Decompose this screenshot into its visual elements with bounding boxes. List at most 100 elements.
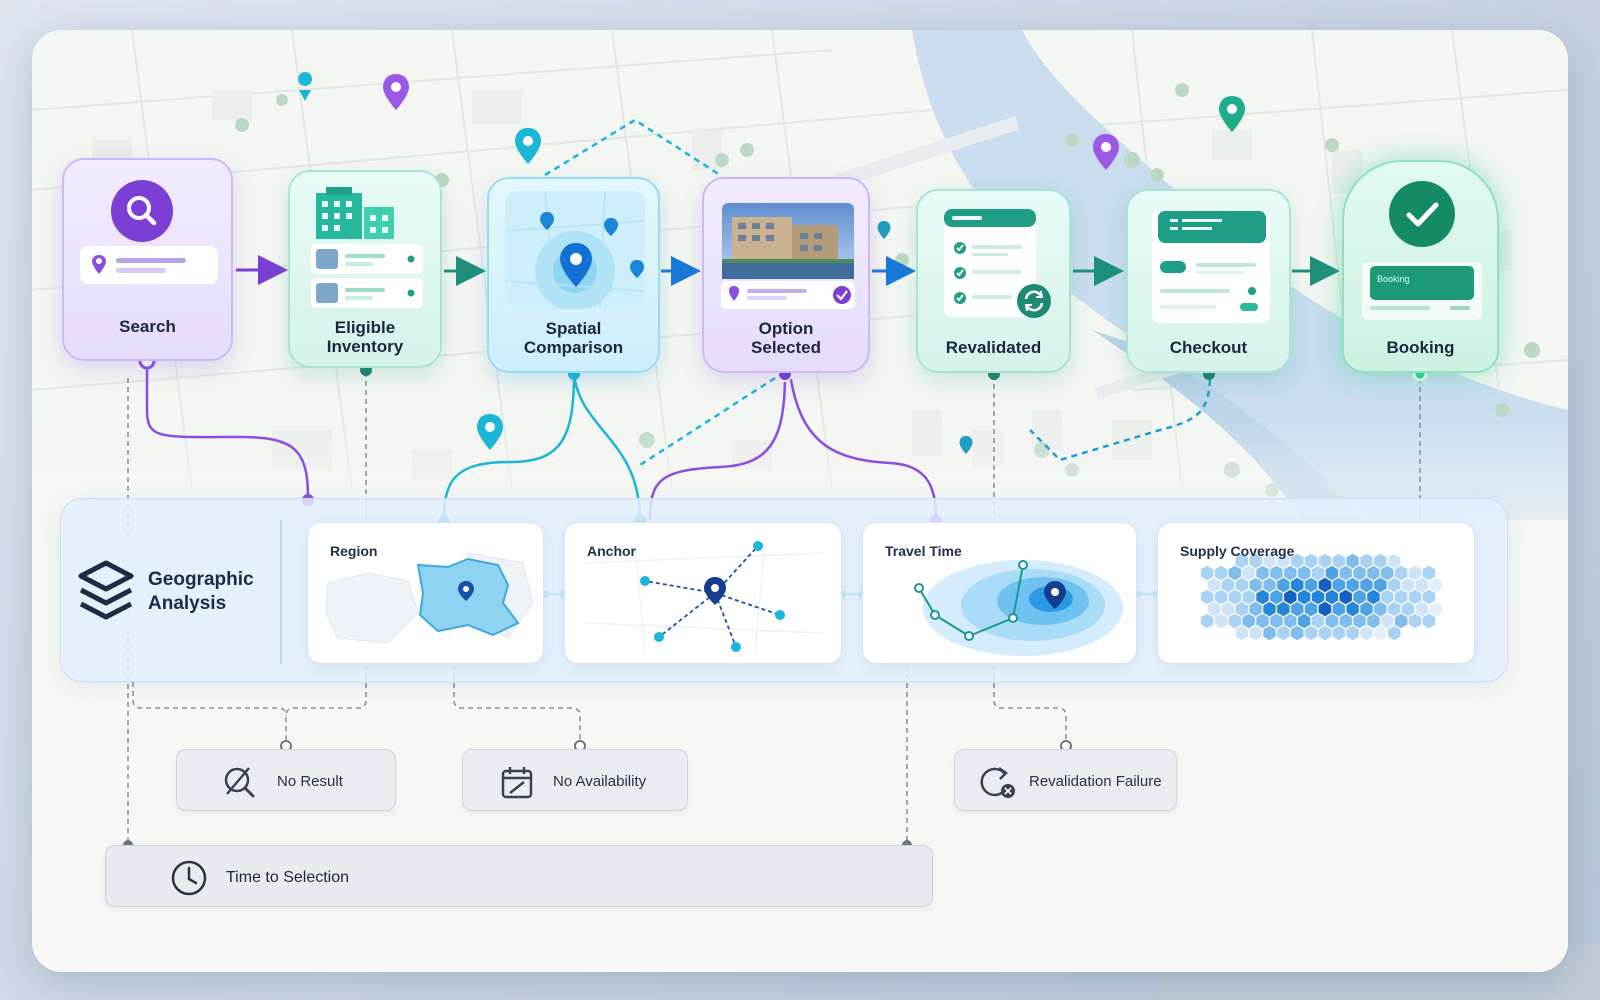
coverage-hex-cell [1394,565,1408,581]
coverage-hex-cell [1374,601,1387,617]
failure-revalidation-failure[interactable]: Revalidation Failure [954,749,1177,811]
coverage-hex-cell [1394,589,1408,605]
coverage-hex-cell [1346,577,1359,593]
no-result-icon [224,767,255,798]
failure-label-revalidation-failure: Revalidation Failure [1029,773,1162,790]
spatial-map-illustration [505,191,645,309]
coverage-hex-cell [1346,601,1359,617]
coverage-hex-cell [1235,625,1248,641]
coverage-hex-cell [1401,601,1415,617]
layers-icon [78,560,134,620]
coverage-hex-cell [1422,589,1436,605]
coverage-hex-cell [1367,565,1380,581]
coverage-hex-cell [1346,553,1359,569]
stage-booking[interactable]: Booking Booking [1342,160,1499,373]
coverage-hex-cell [1304,553,1318,569]
coverage-hex-cell [1408,565,1422,581]
inventory-list-illustration [311,244,423,308]
stage-revalidated[interactable]: Revalidated [916,189,1071,373]
stage-checkout[interactable]: Checkout [1126,189,1291,373]
search-icon [111,180,173,242]
coverage-hex-cell [1374,625,1387,641]
geo-card-label-supply-coverage: Supply Coverage [1180,543,1295,559]
coverage-hex-cell [1291,577,1304,593]
coverage-hex-cell [1263,625,1276,641]
coverage-hex-cell [1270,565,1283,581]
stage-label-spatial-comparison: Spatial Comparison [523,319,624,357]
coverage-hex-cell [1388,577,1401,593]
coverage-hex-cell [1277,625,1290,641]
coverage-hex-cell [1263,577,1276,593]
coverage-hex-cell [1332,601,1345,617]
coverage-hex-cell [1353,589,1366,605]
geo-card-anchor[interactable]: Anchor [564,522,842,664]
coverage-hex-cell [1311,565,1325,581]
revalidation-failure-icon [980,766,1015,798]
coverage-hex-cell [1339,589,1352,605]
geo-card-travel-time[interactable]: Travel Time [862,522,1137,664]
coverage-hex-cell [1388,601,1401,617]
coverage-hex-cell [1221,577,1235,593]
stage-eligible-inventory[interactable]: Eligible Inventory [288,170,442,368]
coverage-hex-cell [1214,565,1228,581]
coverage-hex-cell [1221,601,1235,617]
coverage-hex-cell [1318,577,1332,593]
coverage-hex-cell [1228,565,1242,581]
geo-card-label-region: Region [330,543,378,559]
coverage-hex-cell [1367,589,1380,605]
coverage-hex-cell [1311,613,1325,629]
coverage-hex-cell [1200,589,1214,605]
coverage-hex-cell [1200,613,1214,629]
coverage-hex-cell [1318,625,1332,641]
stage-search[interactable]: Search [62,158,233,361]
coverage-hex-cell [1200,565,1214,581]
stage-spatial-comparison[interactable]: Spatial Comparison [487,177,660,373]
coverage-hex-cell [1263,601,1276,617]
time-to-selection-bar[interactable]: Time to Selection [105,845,933,907]
coverage-hex-cell [1277,601,1290,617]
coverage-hex-cell [1394,613,1408,629]
coverage-hex-cell [1367,613,1380,629]
geo-divider [280,520,282,664]
geo-card-region[interactable]: Region [307,522,544,664]
check-icon [1389,181,1455,247]
coverage-hex-cell [1318,601,1332,617]
coverage-hex-cell [1291,601,1304,617]
stage-label-revalidated: Revalidated [945,338,1042,357]
coverage-hex-cell [1249,625,1262,641]
coverage-hex-cell [1332,553,1345,569]
coverage-hex-cell [1304,625,1318,641]
coverage-hex-cell [1297,565,1311,581]
coverage-hex-cell [1360,601,1373,617]
coverage-hex-cell [1339,613,1352,629]
coverage-hex-cell [1339,565,1352,581]
coverage-hex-cell [1242,565,1255,581]
failure-label-no-availability: No Availability [553,773,647,790]
search-field-illustration [80,246,218,284]
geographic-analysis-title: Geographic Analysis [148,569,254,614]
clock-icon [171,860,207,896]
coverage-hex-cell [1270,589,1283,605]
checklist-illustration [944,209,1051,318]
coverage-hex-cell [1374,577,1387,593]
stage-option-selected[interactable]: Option Selected [702,177,870,373]
coverage-hex-cell [1429,601,1442,617]
failure-no-result[interactable]: No Result [176,749,396,811]
coverage-hex-cell [1235,577,1248,593]
stage-label-search: Search [119,317,176,336]
coverage-hex-cell [1318,553,1332,569]
coverage-hex-cell [1228,613,1242,629]
coverage-hex-cell [1214,589,1228,605]
coverage-hex-cell [1304,577,1318,593]
geo-card-supply-coverage[interactable]: Supply Coverage [1157,522,1475,664]
coverage-hex-cell [1249,577,1262,593]
coverage-hex-cell [1415,577,1429,593]
stage-label-eligible-inventory: Eligible Inventory [326,318,404,356]
coverage-hex-cell [1346,625,1359,641]
time-to-selection-label: Time to Selection [226,869,350,886]
coverage-hex-cell [1304,601,1318,617]
refresh-icon [1017,284,1051,318]
failure-no-availability[interactable]: No Availability [462,749,688,811]
calendar-icon [501,767,533,799]
coverage-hex-cell [1249,601,1262,617]
